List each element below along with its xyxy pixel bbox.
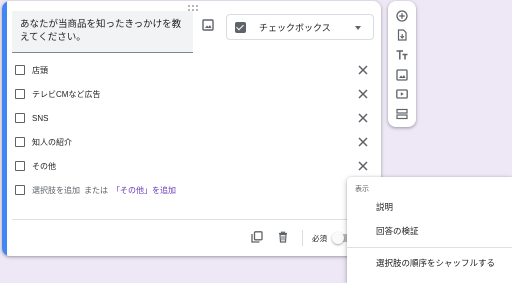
footer-divider (12, 219, 371, 220)
add-question-button[interactable] (395, 9, 409, 23)
dropdown-caret-icon (355, 26, 361, 30)
add-option-row: 選択肢を追加 または 「その他」を追加 (15, 183, 375, 197)
option-row[interactable]: 店頭 (15, 63, 375, 77)
question-type-label: チェックボックス (259, 22, 331, 33)
add-other-link[interactable]: 「その他」を追加 (112, 185, 176, 196)
option-label[interactable]: 知人の紹介 (32, 137, 72, 148)
add-image-icon (396, 69, 408, 81)
option-checkbox-icon (15, 137, 25, 147)
question-type-select[interactable]: チェックボックス (226, 14, 374, 40)
remove-option-icon[interactable] (356, 63, 370, 77)
question-card[interactable]: あなたが当商品を知ったきっかけを教えてください。 チェックボックス 店頭 テレビ… (2, 1, 381, 256)
menu-item-description[interactable]: 説明 (376, 201, 393, 213)
import-questions-icon (397, 29, 407, 41)
menu-header: 表示 (355, 186, 369, 193)
option-label[interactable]: 店頭 (32, 65, 48, 76)
remove-option-icon[interactable] (356, 87, 370, 101)
add-title-icon (396, 50, 408, 60)
add-video-button[interactable] (395, 87, 409, 101)
floating-toolbar (388, 1, 416, 127)
option-row[interactable]: 知人の紹介 (15, 135, 375, 149)
import-questions-button[interactable] (395, 28, 409, 42)
add-title-button[interactable] (395, 48, 409, 62)
menu-item-response-validation[interactable]: 回答の検証 (376, 225, 419, 237)
option-checkbox-icon (15, 65, 25, 75)
option-row[interactable]: テレビCMなど広告 (15, 87, 375, 101)
add-section-button[interactable] (395, 107, 409, 121)
option-label[interactable]: その他 (32, 161, 56, 172)
image-icon (202, 19, 214, 31)
add-image-toolbar-button[interactable] (395, 68, 409, 82)
remove-option-icon[interactable] (356, 159, 370, 173)
duplicate-icon[interactable] (251, 231, 263, 243)
question-title-input[interactable]: あなたが当商品を知ったきっかけを教えてください。 (12, 11, 193, 53)
menu-item-shuffle-options[interactable]: 選択肢の順序をシャッフルする (376, 257, 495, 269)
add-question-icon (396, 10, 408, 22)
option-checkbox-icon (15, 89, 25, 99)
menu-divider (347, 247, 512, 248)
option-label[interactable]: テレビCMなど広告 (32, 89, 100, 100)
more-options-menu: 表示 説明 回答の検証 選択肢の順序をシャッフルする (347, 177, 512, 283)
add-video-icon (396, 89, 408, 99)
remove-option-icon[interactable] (356, 135, 370, 149)
option-checkbox-icon (15, 161, 25, 171)
required-label: 必須 (312, 234, 327, 243)
option-row[interactable]: その他 (15, 159, 375, 173)
remove-option-icon[interactable] (356, 111, 370, 125)
footer-separator (302, 230, 303, 246)
option-checkbox-icon (15, 185, 25, 195)
option-label[interactable]: SNS (32, 114, 48, 123)
delete-icon[interactable] (277, 231, 289, 243)
checkbox-icon (235, 21, 246, 33)
add-option-button[interactable]: 選択肢を追加 (32, 185, 80, 196)
add-option-or-text: または (84, 185, 108, 195)
option-row[interactable]: SNS (15, 111, 375, 125)
add-section-icon (396, 108, 408, 120)
toggle-knob (332, 231, 344, 244)
question-title-text: あなたが当商品を知ったきっかけを教えてください。 (20, 19, 182, 43)
option-checkbox-icon (15, 113, 25, 123)
add-image-button[interactable] (200, 17, 216, 33)
active-card-indicator (2, 1, 7, 256)
